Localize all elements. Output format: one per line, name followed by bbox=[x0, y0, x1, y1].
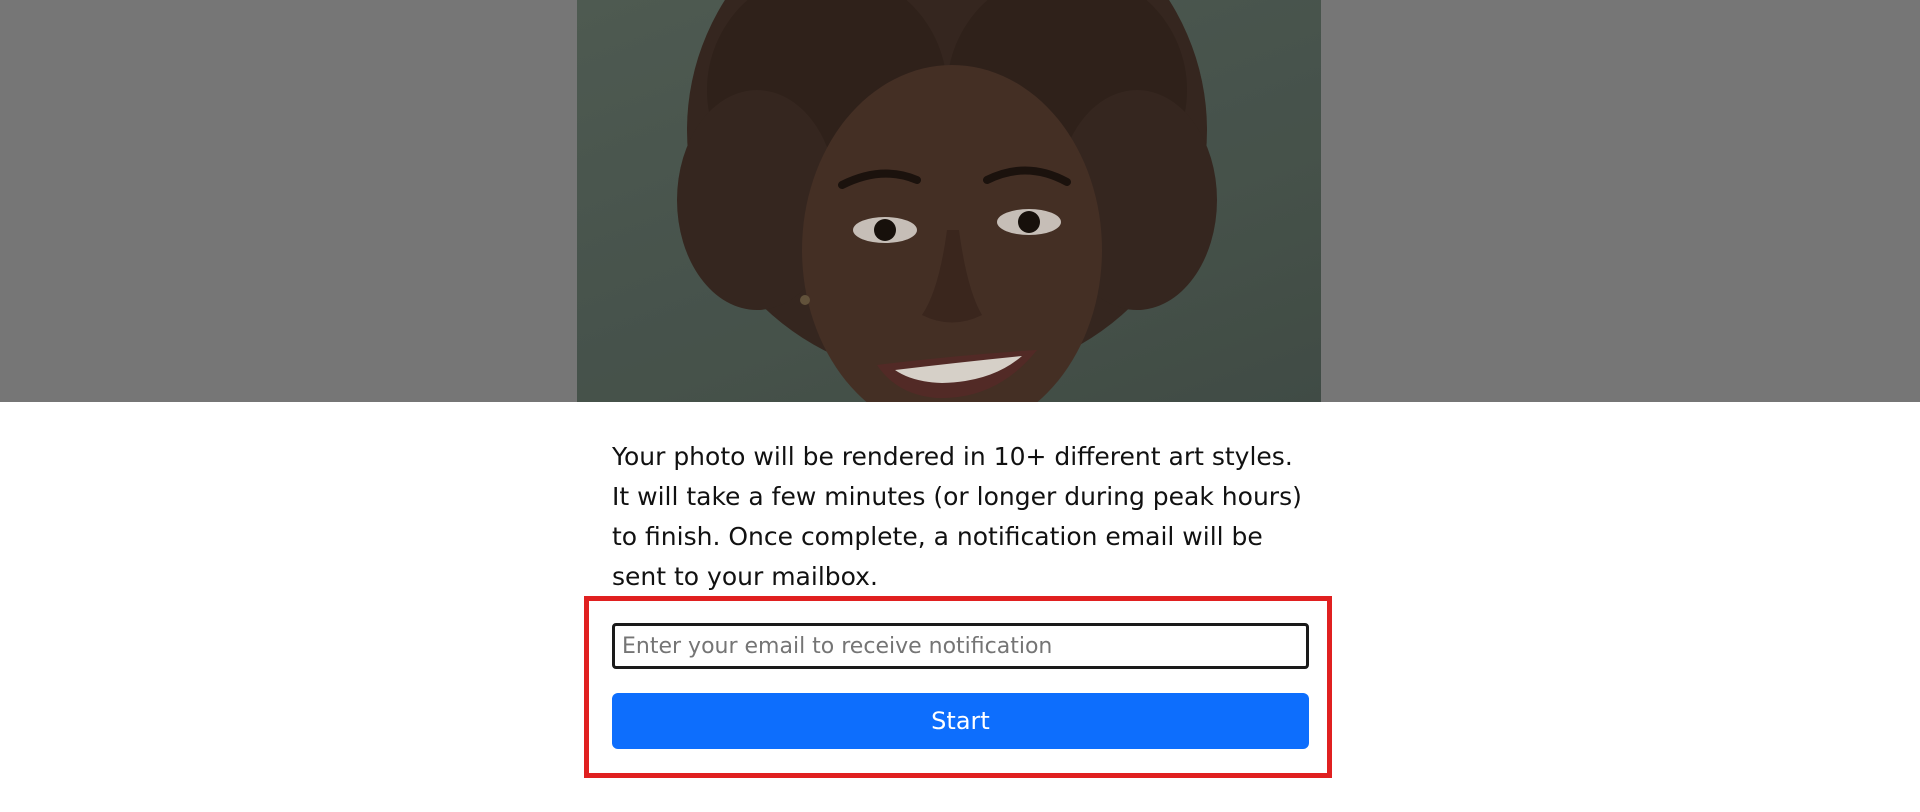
portrait-photo bbox=[577, 0, 1321, 402]
main-content: Your photo will be rendered in 10+ diffe… bbox=[612, 437, 1310, 597]
description-text: Your photo will be rendered in 10+ diffe… bbox=[612, 442, 1302, 591]
email-form-highlight: Start bbox=[584, 596, 1332, 778]
start-button[interactable]: Start bbox=[612, 693, 1309, 749]
email-input[interactable] bbox=[612, 623, 1309, 669]
photo-dim-overlay bbox=[577, 0, 1321, 402]
photo-backdrop bbox=[0, 0, 1920, 402]
